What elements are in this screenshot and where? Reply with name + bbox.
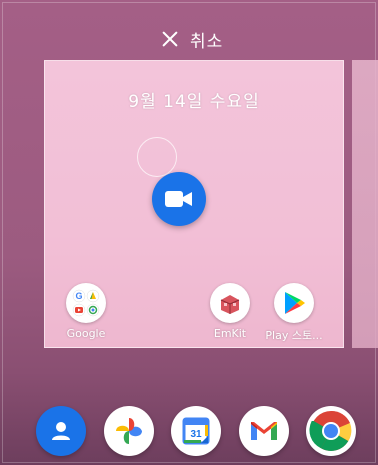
- google-folder-label: Google: [66, 327, 106, 340]
- play-store-icon: [274, 283, 314, 323]
- emkit-app[interactable]: EmKit: [195, 283, 265, 340]
- home-screen-preview[interactable]: 9월 14일 수요일 G Google EmKit Play 스토...: [44, 60, 344, 348]
- google-folder[interactable]: G Google: [51, 283, 121, 340]
- cancel-button[interactable]: 취소: [160, 26, 223, 52]
- app-dock: 31: [36, 404, 356, 458]
- play-store-label: Play 스토...: [265, 329, 323, 342]
- google-folder-icon: G: [66, 283, 106, 323]
- emkit-label: EmKit: [213, 327, 247, 340]
- gmail-icon[interactable]: [238, 406, 289, 456]
- date-widget: 9월 14일 수요일: [128, 92, 260, 112]
- calendar-day: 31: [190, 429, 202, 440]
- play-store-app[interactable]: Play 스토...: [259, 283, 329, 343]
- close-icon: [160, 29, 180, 49]
- calendar-icon[interactable]: 31: [171, 406, 221, 456]
- next-home-panel-preview[interactable]: [352, 60, 378, 348]
- cancel-label: 취소: [190, 31, 224, 52]
- contacts-icon[interactable]: [36, 406, 86, 456]
- google-meet-icon[interactable]: [152, 172, 206, 226]
- emkit-icon: [210, 283, 250, 323]
- chrome-icon[interactable]: [306, 406, 356, 456]
- google-photos-icon[interactable]: [103, 406, 154, 456]
- drop-target-indicator: [137, 137, 177, 177]
- svg-text:G: G: [75, 291, 82, 301]
